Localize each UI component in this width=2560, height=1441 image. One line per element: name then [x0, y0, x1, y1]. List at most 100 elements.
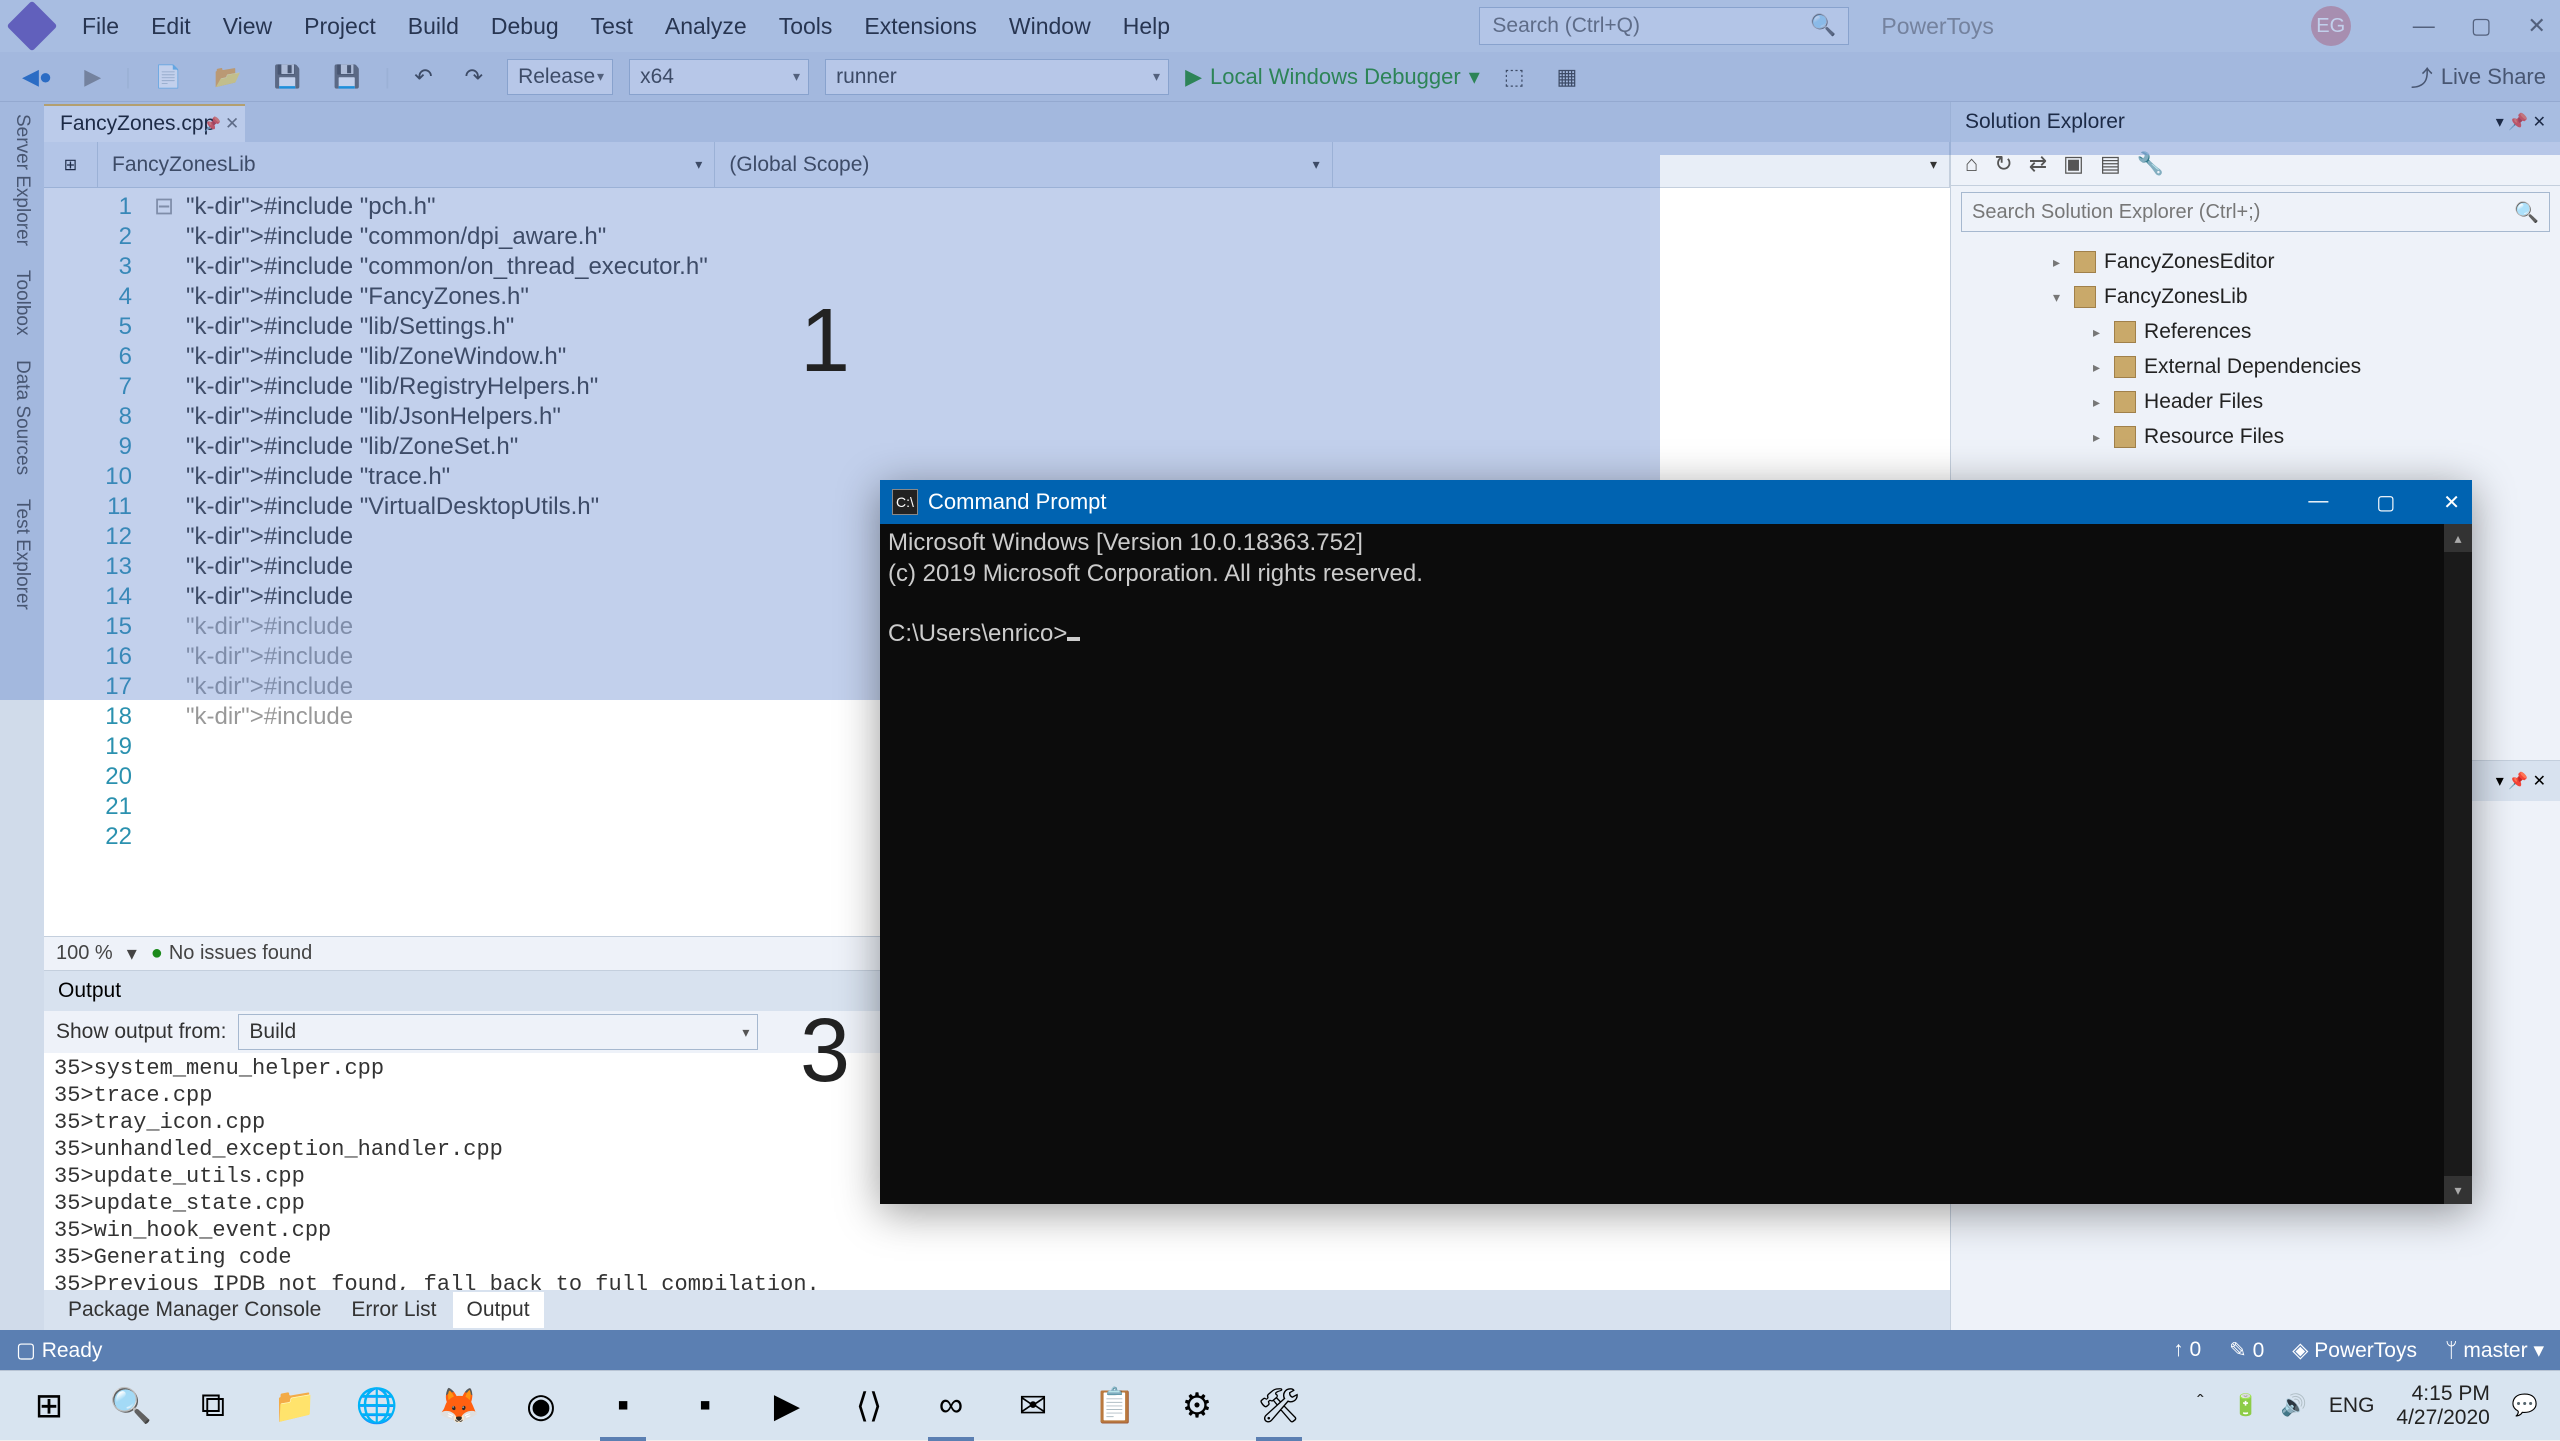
menu-test[interactable]: Test [591, 13, 633, 40]
chrome-icon[interactable]: ◉ [500, 1371, 582, 1441]
terminal-icon[interactable]: ▪ [664, 1371, 746, 1441]
open-icon[interactable]: 📂 [206, 60, 249, 94]
battery-icon[interactable]: 🔋 [2233, 1394, 2259, 1418]
main-toolbar: ◀● ▶ | 📄 📂 💾 💾 | ↶ ↷ Release x64 runner … [0, 52, 2560, 102]
pin-icon[interactable]: 📌 [204, 116, 221, 133]
tool-icon[interactable]: ⬚ [1496, 60, 1533, 94]
nav-back-icon[interactable]: ◀● [14, 60, 60, 94]
tab-error-list[interactable]: Error List [337, 1292, 450, 1328]
quick-search-input[interactable]: Search (Ctrl+Q)🔍 [1479, 7, 1849, 45]
menu-window[interactable]: Window [1009, 13, 1091, 40]
menu-tools[interactable]: Tools [779, 13, 833, 40]
undo-icon[interactable]: ↶ [406, 60, 440, 94]
language-indicator[interactable]: ENG [2329, 1394, 2375, 1418]
startup-combo[interactable]: runner [825, 59, 1169, 95]
rail-data-sources[interactable]: Data Sources [11, 360, 33, 475]
powertoys-icon[interactable]: 🛠 [1238, 1371, 1320, 1441]
maximize-icon[interactable]: ▢ [2471, 13, 2492, 39]
taskview-button[interactable]: ⧉ [172, 1371, 254, 1441]
windows-taskbar: ⊞ 🔍 ⧉ 📁 🌐 🦊 ◉ ▪ ▪ ▶ ⟨⟩ ∞ ✉ 📋 ⚙ 🛠 ＾ 🔋 🔊 E… [0, 1370, 2560, 1440]
save-all-icon[interactable]: 💾 [325, 60, 368, 94]
sln-title: Solution Explorer [1965, 110, 2125, 134]
cmd-icon: C:\ [892, 489, 918, 515]
sln-home-icon[interactable]: ⌂ [1965, 151, 1978, 177]
start-debug-button[interactable]: Local Windows Debugger ▾ [1185, 64, 1480, 90]
cmd-scrollbar[interactable]: ▴▾ [2444, 524, 2472, 1204]
sln-showall-icon[interactable]: ▤ [2100, 151, 2121, 177]
menu-help[interactable]: Help [1123, 13, 1170, 40]
pane-controls[interactable]: ▾ 📌 ✕ [2496, 112, 2546, 132]
powertoys-title: PowerToys [1881, 13, 2001, 40]
tray-chevron-icon[interactable]: ＾ [2190, 1391, 2211, 1421]
rail-toolbox[interactable]: Toolbox [11, 270, 33, 336]
tab-package-manager[interactable]: Package Manager Console [54, 1292, 335, 1328]
rail-test-explorer[interactable]: Test Explorer [11, 499, 33, 610]
cmd-titlebar[interactable]: C:\ Command Prompt ― ▢ ✕ [880, 480, 2472, 524]
search-button[interactable]: 🔍 [90, 1371, 172, 1441]
status-repo[interactable]: ◈ PowerToys [2292, 1338, 2417, 1363]
explorer-icon[interactable]: 📁 [254, 1371, 336, 1441]
scope-combo-1[interactable]: FancyZonesLib [98, 142, 715, 187]
sln-search-input[interactable]: Search Solution Explorer (Ctrl+;)🔍 [1961, 192, 2550, 232]
minimize-icon[interactable]: ― [2413, 13, 2435, 39]
menu-view[interactable]: View [223, 13, 272, 40]
scope-combo-2[interactable]: (Global Scope) [715, 142, 1332, 187]
vscode-icon[interactable]: ⟨⟩ [828, 1371, 910, 1441]
live-share-button[interactable]: ⤴ Live Share [2411, 61, 2546, 93]
volume-icon[interactable]: 🔊 [2281, 1394, 2307, 1418]
app-icon-1[interactable]: 📋 [1074, 1371, 1156, 1441]
menu-file[interactable]: File [82, 13, 119, 40]
solution-tree[interactable]: FancyZonesEditorFancyZonesLibReferencesE… [1951, 238, 2560, 460]
close-icon[interactable]: ✕ [2528, 13, 2546, 39]
editor-tab[interactable]: FancyZones.cpp 📌 ✕ [44, 104, 245, 142]
config-combo[interactable]: Release [507, 59, 613, 95]
start-button[interactable]: ⊞ [8, 1371, 90, 1441]
menu-debug[interactable]: Debug [491, 13, 559, 40]
command-prompt-window[interactable]: C:\ Command Prompt ― ▢ ✕ Microsoft Windo… [880, 480, 2472, 1204]
menu-project[interactable]: Project [304, 13, 376, 40]
system-tray[interactable]: ＾ 🔋 🔊 ENG 4:15 PM4/27/2020 💬 [2190, 1382, 2552, 1430]
menu-edit[interactable]: Edit [151, 13, 191, 40]
tool-icon-2[interactable]: ▦ [1549, 60, 1586, 94]
sln-refresh-icon[interactable]: ↻ [1994, 151, 2012, 177]
sln-collapse-icon[interactable]: ▣ [2063, 151, 2084, 177]
cmd-minimize-icon[interactable]: ― [2308, 490, 2328, 515]
edge-icon[interactable]: 🌐 [336, 1371, 418, 1441]
clock[interactable]: 4:15 PM4/27/2020 [2396, 1382, 2489, 1430]
menu-analyze[interactable]: Analyze [665, 13, 747, 40]
save-icon[interactable]: 💾 [266, 60, 309, 94]
platform-combo[interactable]: x64 [629, 59, 809, 95]
powershell-icon[interactable]: ▶ [746, 1371, 828, 1441]
status-ready: ▢ Ready [16, 1338, 102, 1363]
cmd-output[interactable]: Microsoft Windows [Version 10.0.18363.75… [880, 524, 2472, 654]
vs-taskbar-icon[interactable]: ∞ [910, 1371, 992, 1441]
new-item-icon[interactable]: 📄 [147, 60, 190, 94]
outlook-icon[interactable]: ✉ [992, 1371, 1074, 1441]
cmd-maximize-icon[interactable]: ▢ [2376, 490, 2395, 515]
vs-status-bar: ▢ Ready ↑ 0 ✎ 0 ◈ PowerToys ᛘ master ▾ [0, 1330, 2560, 1370]
tab-close-icon[interactable]: ✕ [225, 114, 239, 134]
status-publish[interactable]: ↑ 0 [2173, 1338, 2201, 1362]
tab-label: FancyZones.cpp [60, 112, 215, 136]
sln-properties-icon[interactable]: 🔧 [2137, 151, 2164, 177]
app-icon-2[interactable]: ⚙ [1156, 1371, 1238, 1441]
notifications-icon[interactable]: 💬 [2512, 1394, 2538, 1418]
zoom-combo[interactable]: 100 % [56, 942, 113, 965]
menu-build[interactable]: Build [408, 13, 459, 40]
nav-fwd-icon[interactable]: ▶ [76, 60, 109, 94]
scope-combo-3[interactable] [1333, 142, 1950, 187]
issues-indicator[interactable]: No issues found [151, 942, 313, 965]
sln-sync-icon[interactable]: ⇄ [2029, 151, 2047, 177]
menu-extensions[interactable]: Extensions [864, 13, 977, 40]
redo-icon[interactable]: ↷ [457, 60, 491, 94]
cmd-taskbar-icon[interactable]: ▪ [582, 1371, 664, 1441]
rail-server-explorer[interactable]: Server Explorer [11, 114, 33, 246]
cmd-close-icon[interactable]: ✕ [2443, 490, 2460, 515]
firefox-icon[interactable]: 🦊 [418, 1371, 500, 1441]
status-branch[interactable]: ᛘ master ▾ [2445, 1338, 2544, 1363]
tab-output[interactable]: Output [453, 1292, 544, 1328]
status-changes[interactable]: ✎ 0 [2229, 1338, 2264, 1363]
output-from-combo[interactable]: Build [238, 1014, 758, 1050]
left-tool-rail: Server Explorer Toolbox Data Sources Tes… [0, 102, 44, 1330]
user-avatar[interactable]: EG [2311, 6, 2351, 46]
